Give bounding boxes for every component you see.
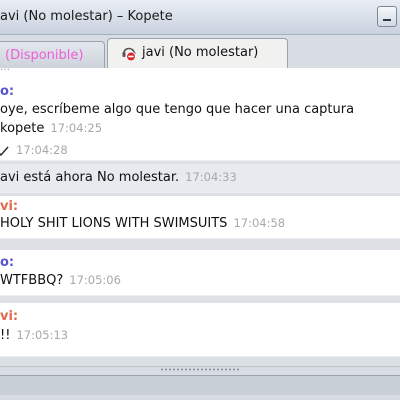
chat-view[interactable]: … o: oye, escríbeme algo que tengo que h… xyxy=(0,68,400,366)
message-text: oye, escríbeme algo que tengo que hacer … xyxy=(0,102,355,117)
minimize-button[interactable] xyxy=(377,6,397,27)
message-nick: vi: xyxy=(0,199,19,214)
message-input-edge[interactable] xyxy=(0,375,400,395)
do-not-disturb-icon xyxy=(122,47,136,62)
tick-icon xyxy=(0,146,9,157)
window-titlebar: avi (No molestar) – Kopete xyxy=(0,0,400,35)
message-text: !! xyxy=(0,328,11,343)
chat-message: vi: !! 17:05:13 xyxy=(0,303,400,357)
tab-javi[interactable]: javi (No molestar) xyxy=(107,38,288,68)
chat-message: … o: oye, escríbeme algo que tengo que h… xyxy=(0,68,400,161)
message-text-line: kopete 17:04:25 xyxy=(0,121,102,136)
message-nick: o: xyxy=(0,84,15,99)
tab-javi-label: javi (No molestar) xyxy=(142,45,259,60)
cut-off-line: … xyxy=(0,68,10,73)
message-timestamp: 17:04:25 xyxy=(50,121,103,135)
message-text: WTFBBQ? xyxy=(0,273,64,288)
message-text-line: 17:04:28 xyxy=(10,143,68,158)
message-text: kopete xyxy=(0,121,45,136)
tab-bar: (Disponible) javi (No molestar) xyxy=(0,35,400,103)
chat-message: vi: HOLY SHIT LIONS WITH SWIMSUITS 17:04:… xyxy=(0,196,400,239)
message-text-line: WTFBBQ? 17:05:06 xyxy=(0,273,121,288)
system-message: avi está ahora No molestar. 17:04:33 xyxy=(0,164,400,193)
message-timestamp: 17:04:33 xyxy=(185,170,237,184)
message-timestamp: 17:04:28 xyxy=(16,143,68,157)
tab-disponible-label: (Disponible) xyxy=(5,48,84,63)
message-timestamp: 17:04:58 xyxy=(233,216,286,230)
message-timestamp: 17:05:06 xyxy=(69,273,121,287)
chat-message: o: WTFBBQ? 17:05:06 xyxy=(0,250,400,296)
status-change-text: avi está ahora No molestar. xyxy=(0,170,180,185)
message-timestamp: 17:05:13 xyxy=(16,328,69,342)
message-text: HOLY SHIT LIONS WITH SWIMSUITS xyxy=(0,216,228,231)
splitter-handle[interactable] xyxy=(160,367,240,372)
message-text-line: !! 17:05:13 xyxy=(0,328,68,343)
message-nick: vi: xyxy=(0,309,19,324)
window-title: avi (No molestar) – Kopete xyxy=(0,9,173,24)
message-text-line: HOLY SHIT LIONS WITH SWIMSUITS 17:04:58 xyxy=(0,216,285,231)
splitter-area xyxy=(0,366,400,400)
message-nick: o: xyxy=(0,255,15,270)
tab-disponible[interactable]: (Disponible) xyxy=(0,41,105,68)
status-change-line: avi está ahora No molestar. 17:04:33 xyxy=(0,170,237,185)
